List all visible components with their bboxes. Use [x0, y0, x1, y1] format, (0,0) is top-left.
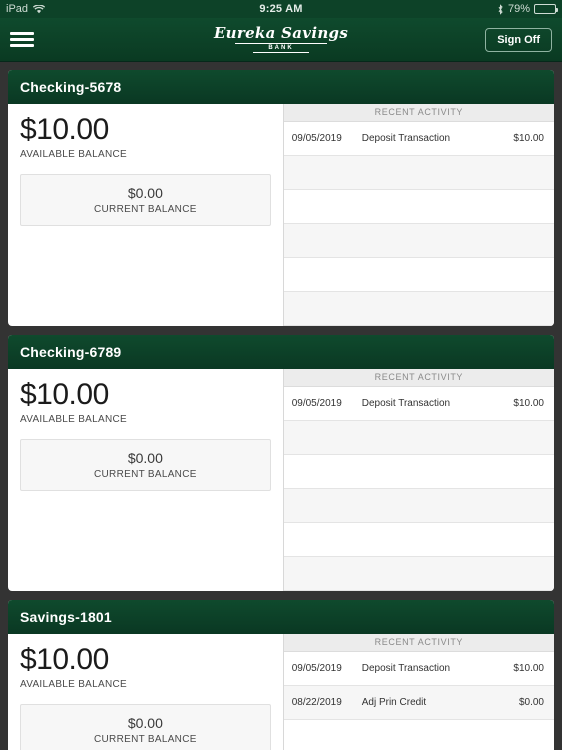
transaction-row-empty	[283, 421, 554, 455]
account-card-body: $10.00 AVAILABLE BALANCE $0.00 CURRENT BALA…	[8, 104, 554, 326]
transaction-row-empty	[283, 190, 554, 224]
transaction-description: Deposit Transaction	[361, 398, 451, 409]
brand-logo: Eureka Savings BANK	[0, 26, 562, 53]
balances-panel: $10.00 AVAILABLE BALANCE $0.00 CURRENT BALA…	[8, 634, 284, 750]
transaction-description: Deposit Transaction	[361, 663, 451, 674]
device-name-label: iPad	[6, 3, 29, 15]
account-card[interactable]: Checking-6789 $10.00 AVAILABLE BALANCE $0.0…	[8, 335, 554, 591]
transaction-row[interactable]: 08/22/2019 Adj Prin Credit $0.00	[283, 686, 554, 720]
current-balance-box[interactable]: $0.00 CURRENT BALANCE	[20, 703, 271, 750]
ios-status-bar: iPad 9:25 AM 79%	[0, 0, 562, 18]
brand-sub-label: BANK	[268, 45, 294, 51]
status-bar-right: 79%	[497, 3, 558, 15]
transaction-row-empty	[283, 156, 554, 190]
transaction-date: 08/22/2019	[291, 697, 342, 708]
transaction-row-empty	[283, 489, 554, 523]
account-card[interactable]: Checking-5678 $10.00 AVAILABLE BALANCE $0.0…	[8, 70, 554, 326]
transaction-row-empty	[283, 557, 554, 591]
transaction-amount: $10.00	[513, 398, 544, 409]
transaction-amount: $10.00	[513, 133, 544, 144]
recent-activity-header: RECENT ACTIVITY	[283, 634, 554, 652]
accounts-scroll-area[interactable]: Checking-5678 $10.00 AVAILABLE BALANCE $0.0…	[0, 62, 562, 750]
current-balance-box[interactable]: $0.00 CURRENT BALANCE	[20, 173, 271, 226]
available-balance-label: AVAILABLE BALANCE	[20, 148, 127, 160]
transaction-row[interactable]: 09/05/2019 Deposit Transaction $10.00	[283, 652, 554, 686]
recent-activity-header: RECENT ACTIVITY	[283, 369, 554, 387]
brand-rule-top	[235, 43, 327, 44]
current-balance-amount: $0.00	[127, 449, 163, 466]
battery-percent-label: 79%	[507, 3, 530, 15]
balances-panel: $10.00 AVAILABLE BALANCE $0.00 CURRENT BALA…	[8, 369, 284, 591]
account-card-body: $10.00 AVAILABLE BALANCE $0.00 CURRENT BALA…	[8, 634, 554, 750]
account-card-header: Checking-6789	[8, 335, 554, 369]
account-card-header: Checking-5678	[8, 70, 554, 104]
transaction-amount: $0.00	[518, 697, 544, 708]
sign-off-button[interactable]: Sign Off	[485, 27, 552, 52]
transaction-row-empty	[283, 455, 554, 489]
transaction-description: Deposit Transaction	[361, 133, 451, 144]
accounts-list: Checking-5678 $10.00 AVAILABLE BALANCE $0.0…	[8, 70, 554, 750]
battery-icon	[534, 4, 558, 14]
transaction-date: 09/05/2019	[291, 398, 342, 409]
available-balance-amount: $10.00	[20, 378, 109, 411]
available-balance-label: AVAILABLE BALANCE	[20, 413, 127, 425]
current-balance-amount: $0.00	[127, 714, 163, 731]
transaction-date: 09/05/2019	[291, 663, 342, 674]
transaction-row-empty	[283, 224, 554, 258]
account-card-header: Savings-1801	[8, 600, 554, 634]
recent-activity-panel: RECENT ACTIVITY 09/05/2019 Deposit Transac…	[283, 369, 554, 591]
recent-activity-header: RECENT ACTIVITY	[283, 104, 554, 122]
transaction-row-empty	[284, 720, 554, 750]
current-balance-amount: $0.00	[127, 184, 163, 201]
account-card[interactable]: Savings-1801 $10.00 AVAILABLE BALANCE $0.00…	[8, 600, 554, 750]
brand-rule-bottom	[253, 52, 309, 53]
transaction-row-empty	[283, 258, 554, 292]
status-bar-time: 9:25 AM	[259, 3, 303, 15]
hamburger-menu-icon[interactable]	[10, 32, 34, 47]
transaction-date: 09/05/2019	[291, 133, 342, 144]
status-bar-left: iPad	[6, 3, 46, 15]
transaction-row[interactable]: 09/05/2019 Deposit Transaction $10.00	[283, 387, 554, 421]
account-card-body: $10.00 AVAILABLE BALANCE $0.00 CURRENT BALA…	[8, 369, 554, 591]
bluetooth-icon	[497, 3, 504, 15]
transaction-row-empty	[283, 523, 554, 557]
transaction-row[interactable]: 09/05/2019 Deposit Transaction $10.00	[283, 122, 554, 156]
current-balance-label: CURRENT BALANCE	[94, 733, 197, 745]
available-balance-label: AVAILABLE BALANCE	[20, 678, 127, 690]
transaction-amount: $10.00	[513, 663, 544, 674]
recent-activity-panel: RECENT ACTIVITY 09/05/2019 Deposit Transac…	[283, 104, 554, 326]
app-navigation-bar: Eureka Savings BANK Sign Off	[0, 18, 562, 62]
current-balance-label: CURRENT BALANCE	[94, 203, 197, 215]
recent-activity-panel: RECENT ACTIVITY 09/05/2019 Deposit Transac…	[283, 634, 554, 750]
current-balance-label: CURRENT BALANCE	[94, 468, 197, 480]
available-balance-amount: $10.00	[20, 643, 109, 676]
wifi-icon	[33, 4, 46, 14]
brand-name-label: Eureka Savings	[213, 24, 349, 42]
transaction-description: Adj Prin Credit	[361, 697, 427, 708]
transaction-row-empty	[283, 292, 554, 326]
current-balance-box[interactable]: $0.00 CURRENT BALANCE	[20, 438, 271, 491]
available-balance-amount: $10.00	[20, 113, 109, 146]
balances-panel: $10.00 AVAILABLE BALANCE $0.00 CURRENT BALA…	[8, 104, 284, 326]
